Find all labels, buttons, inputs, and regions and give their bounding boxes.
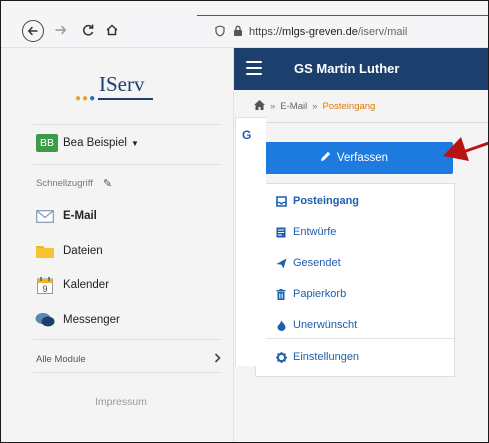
sidebar-divider (33, 339, 221, 340)
compose-label: Verfassen (336, 152, 389, 164)
panel-header-letter: G (242, 128, 252, 142)
home-icon (106, 24, 118, 36)
app-header: GS Martin Luther (234, 48, 488, 90)
trash-icon (275, 288, 287, 300)
chat-icon (35, 312, 55, 328)
folder-label: Papierkorb (293, 288, 347, 300)
breadcrumb-email[interactable]: E-Mail (280, 101, 307, 112)
reload-button[interactable] (77, 19, 99, 41)
envelope-icon (35, 208, 55, 224)
caret-down-icon: ▼ (130, 138, 139, 148)
url-prefix: https:// (249, 26, 283, 38)
shield-icon (215, 24, 225, 40)
logo-underline (98, 98, 153, 100)
pencil-icon (320, 151, 331, 165)
settings-link[interactable]: Einstellungen (275, 351, 359, 363)
folder-icon (35, 243, 55, 259)
lock-icon (233, 25, 243, 39)
sidebar-divider (33, 372, 221, 373)
breadcrumb-separator: » (312, 101, 318, 112)
sidebar-item-calendar[interactable]: 9 Kalender (35, 276, 110, 294)
forward-button[interactable] (50, 19, 72, 41)
red-arrow-annotation (443, 137, 488, 161)
sidebar-item-label: Messenger (63, 314, 120, 326)
arrow-right-icon (55, 25, 67, 35)
sidebar-item-label: E-Mail (63, 210, 97, 222)
hamburger-menu-icon[interactable] (246, 61, 262, 75)
sidebar-divider (33, 124, 221, 125)
back-button[interactable] (22, 20, 44, 42)
content-divider (234, 122, 488, 123)
pencil-icon[interactable]: ✎ (103, 177, 112, 190)
sidebar-item-email[interactable]: E-Mail (35, 208, 97, 224)
mail-list-panel: G (235, 117, 266, 366)
all-modules[interactable]: Alle Module (36, 353, 221, 366)
quick-access-header: Schnellzugriff ✎ (36, 177, 112, 190)
folder-list: Posteingang Entwürfe Gesendet Papierkorb (255, 183, 455, 377)
folder-trash[interactable]: Papierkorb (275, 288, 346, 300)
gear-icon (275, 351, 287, 363)
browser-toolbar: https://mlgs-greven.de/iserv/mail (1, 1, 488, 48)
user-name: Bea Beispiel (63, 137, 127, 149)
sidebar-item-messenger[interactable]: Messenger (35, 312, 120, 328)
inbox-icon (275, 195, 287, 207)
arrow-left-icon (27, 26, 38, 36)
all-modules-label: Alle Module (36, 354, 86, 365)
settings-label: Einstellungen (293, 351, 360, 363)
avatar: BB (36, 134, 58, 152)
toolbar-line (197, 15, 488, 16)
folder-label: Unerwünscht (293, 319, 358, 331)
folder-divider (256, 338, 454, 339)
chevron-right-icon (214, 353, 221, 366)
impressum-link[interactable]: Impressum (95, 396, 147, 408)
calendar-icon: 9 (35, 276, 55, 294)
logo-dots: ●●● (75, 93, 97, 104)
url-bar[interactable]: https://mlgs-greven.de/iserv/mail (215, 21, 488, 43)
sidebar-item-label: Kalender (63, 279, 110, 291)
sidebar-item-label: Dateien (63, 245, 103, 257)
user-menu[interactable]: BB Bea Beispiel ▼ (36, 134, 139, 152)
breadcrumb: » E-Mail » Posteingang (254, 100, 375, 113)
reload-icon (83, 24, 94, 36)
breadcrumb-current: Posteingang (322, 101, 376, 112)
logo-text: IServ (99, 72, 145, 96)
breadcrumb-separator: » (270, 101, 276, 112)
compose-button[interactable]: Verfassen (255, 142, 453, 174)
folder-label: Entwürfe (293, 226, 337, 238)
folder-sent[interactable]: Gesendet (275, 257, 341, 269)
screenshot-frame: https://mlgs-greven.de/iserv/mail ●●● IS… (0, 0, 489, 443)
home-icon[interactable] (254, 100, 265, 113)
calendar-day: 9 (42, 284, 47, 294)
home-button[interactable] (101, 19, 123, 41)
send-icon (275, 258, 287, 269)
folder-inbox[interactable]: Posteingang (275, 195, 359, 207)
url-path: /iserv/mail (357, 26, 408, 38)
sidebar: ●●● IServ BB Bea Beispiel ▼ Schnellzugri… (1, 48, 234, 442)
iserv-logo[interactable]: ●●● IServ (71, 66, 161, 106)
folder-label: Gesendet (293, 257, 341, 269)
folder-drafts[interactable]: Entwürfe (275, 226, 336, 238)
fire-icon (275, 319, 287, 331)
url-host: mlgs-greven.de (282, 26, 358, 38)
folder-label: Posteingang (293, 195, 360, 207)
quick-access-label: Schnellzugriff (36, 178, 93, 189)
draft-icon (275, 227, 287, 238)
sidebar-item-files[interactable]: Dateien (35, 243, 103, 259)
page-title: GS Martin Luther (294, 61, 400, 76)
folder-spam[interactable]: Unerwünscht (275, 319, 357, 331)
sidebar-divider (33, 164, 221, 165)
